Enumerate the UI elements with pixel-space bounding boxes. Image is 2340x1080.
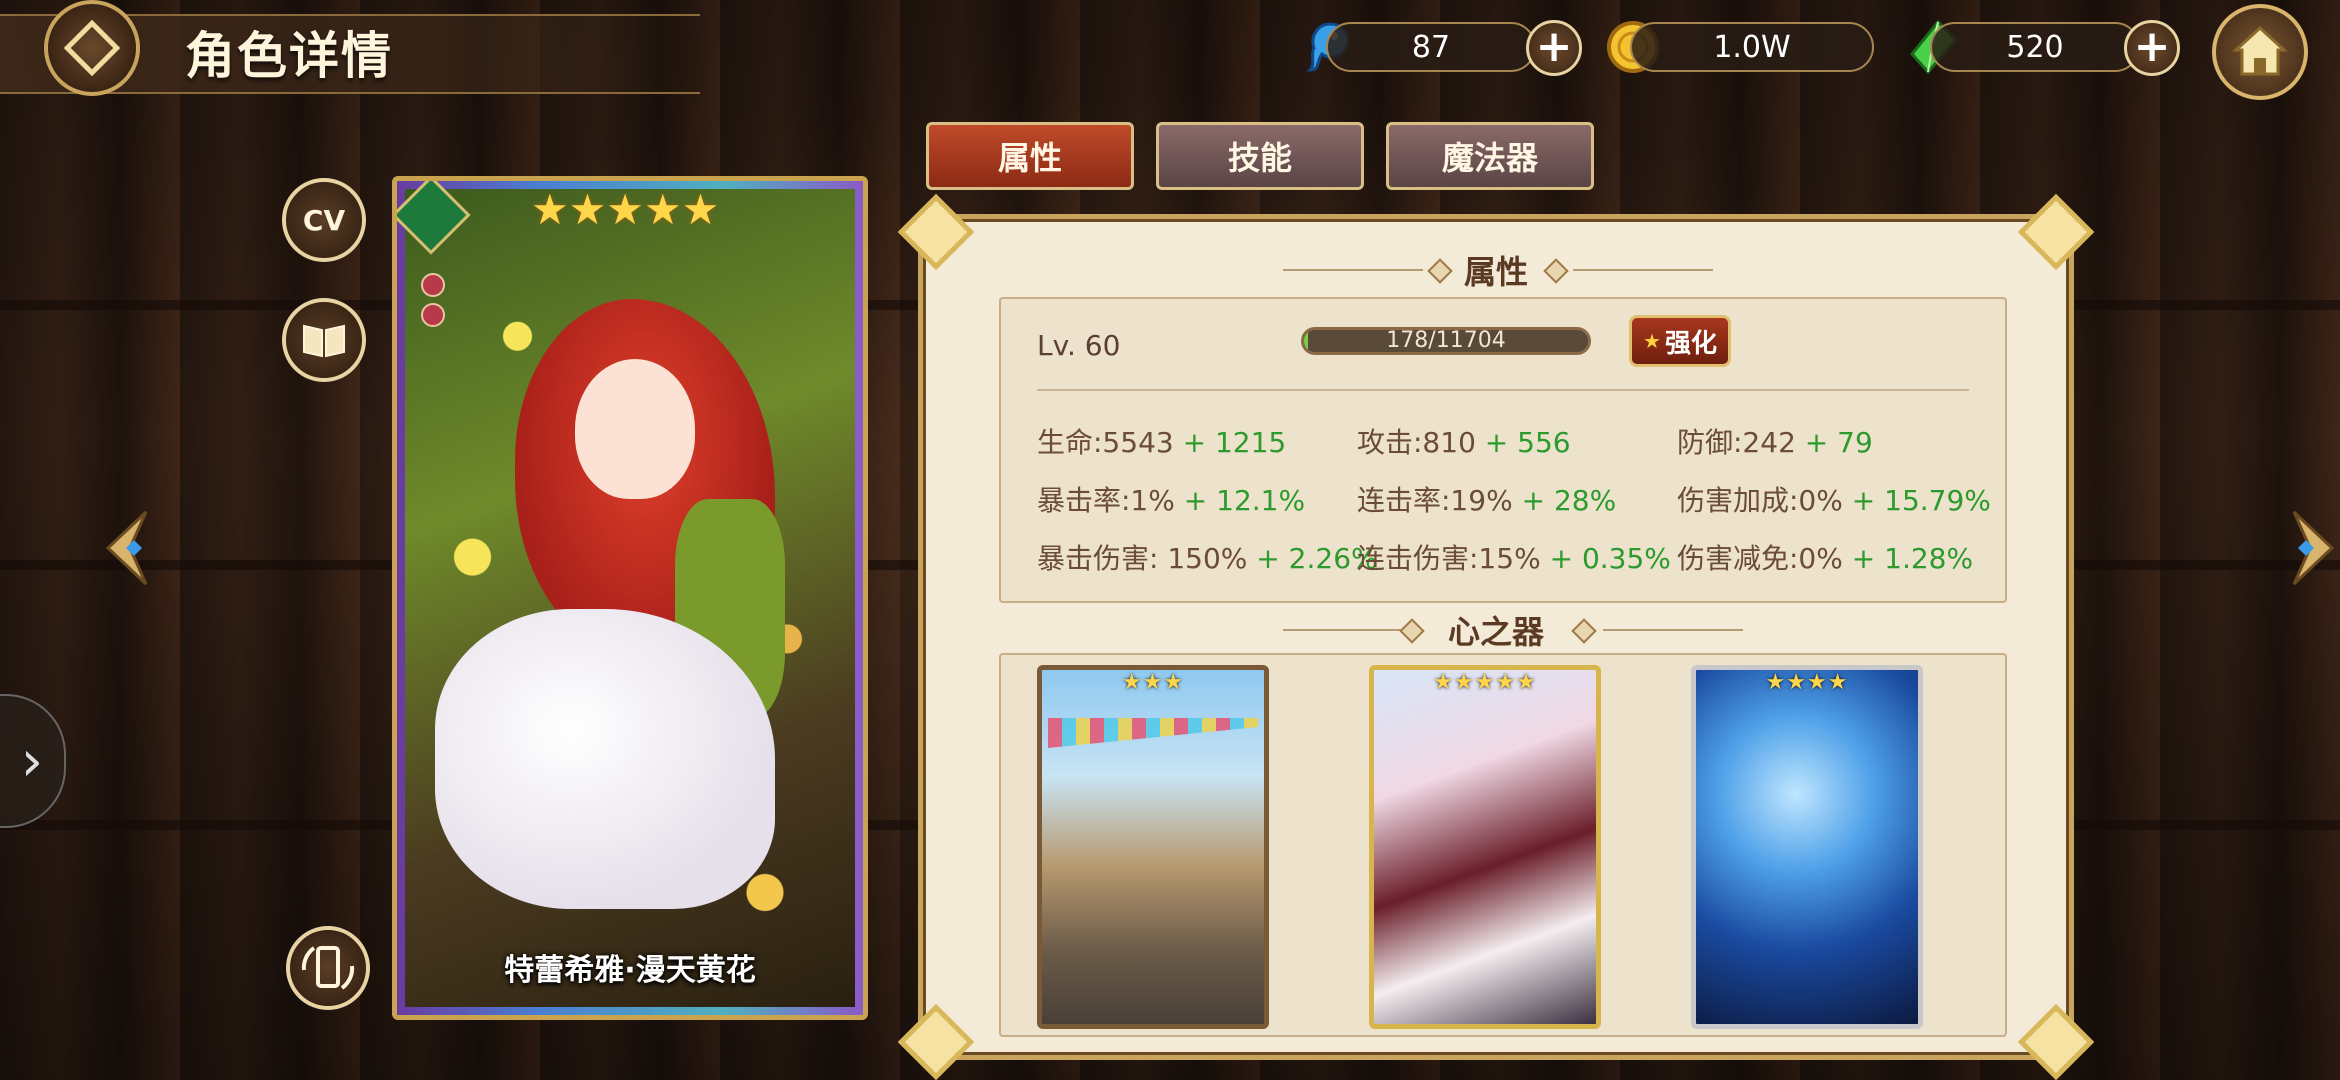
stats-box: Lv. 60 178/11704 ★ 强化 生命:5543 + 1215 攻击:… xyxy=(999,297,2007,603)
rarity-stars: ★★★★★ xyxy=(531,185,719,234)
stat-label: 攻击:810 xyxy=(1357,426,1476,459)
home-button[interactable] xyxy=(2212,4,2308,100)
stat-defense: 防御:242 + 79 xyxy=(1677,421,1873,461)
stat-label: 连击率:19% xyxy=(1357,484,1513,517)
artifact-stars: ★★★★ xyxy=(1765,670,1849,695)
stat-bonus: + 79 xyxy=(1804,426,1873,459)
book-icon xyxy=(303,324,345,358)
page-title: 角色详情 xyxy=(185,27,393,85)
cv-voice-button[interactable]: CV xyxy=(282,178,366,262)
character-artwork xyxy=(405,189,855,1007)
tab-label: 魔法器 xyxy=(1441,139,1538,177)
stat-label: 伤害减免:0% xyxy=(1677,542,1843,575)
stat-bonus: + 28% xyxy=(1521,484,1617,517)
profile-book-button[interactable] xyxy=(282,298,366,382)
stat-combo-damage: 连击伤害:15% + 0.35% xyxy=(1357,537,1671,577)
spirit-counter: 87 xyxy=(1326,22,1536,72)
upgrade-label: 强化 xyxy=(1664,328,1717,359)
stat-damage-reduction: 伤害减免:0% + 1.28% xyxy=(1677,537,1973,577)
stat-bonus: + 556 xyxy=(1484,426,1571,459)
stat-bonus: + 15.79% xyxy=(1851,484,1991,517)
stat-bonus: + 0.35% xyxy=(1549,542,1671,575)
stat-label: 生命:5543 xyxy=(1037,426,1174,459)
back-button[interactable] xyxy=(44,0,140,96)
level-label: Lv. 60 xyxy=(1037,329,1121,362)
crystal-value: 520 xyxy=(2006,29,2064,65)
stat-label: 伤害加成:0% xyxy=(1677,484,1843,517)
heart-artifact-slot-1[interactable]: ★★★ xyxy=(1037,665,1269,1029)
stat-bonus: + 1.28% xyxy=(1851,542,1974,575)
stat-bonus: + 1215 xyxy=(1182,426,1287,459)
artifact-stars: ★★★★★ xyxy=(1433,670,1537,695)
gem-icon xyxy=(421,273,445,297)
stat-label: 暴击伤害: 150% xyxy=(1037,542,1248,575)
upgrade-icon: ★ xyxy=(1643,329,1661,353)
rotate-icon xyxy=(301,946,355,990)
artwork-bunting xyxy=(1048,718,1258,748)
exp-progress-bar: 178/11704 xyxy=(1301,327,1591,355)
gold-value: 1.0W xyxy=(1713,29,1791,65)
cv-label: CV xyxy=(302,203,346,237)
add-spirit-button[interactable]: + xyxy=(1526,20,1582,76)
artwork-dress xyxy=(435,609,775,909)
rotate-view-button[interactable] xyxy=(286,926,370,1010)
next-character-arrow[interactable] xyxy=(2288,508,2340,588)
star-rating: ★★★★★ xyxy=(531,185,720,234)
gold-counter: 1.0W xyxy=(1630,22,1874,72)
tab-label: 技能 xyxy=(1227,139,1292,177)
tab-skills[interactable]: 技能 xyxy=(1156,122,1364,190)
spirit-value: 87 xyxy=(1411,29,1451,65)
prev-character-arrow[interactable] xyxy=(100,508,152,588)
artwork-face xyxy=(575,359,695,499)
upgrade-button[interactable]: ★ 强化 xyxy=(1629,315,1731,367)
stat-crit-rate: 暴击率:1% + 12.1% xyxy=(1037,479,1305,519)
home-icon xyxy=(2232,25,2288,76)
crystal-counter: 520 xyxy=(1930,22,2140,72)
tab-label: 属性 xyxy=(997,139,1062,177)
stat-crit-damage: 暴击伤害: 150% + 2.26% xyxy=(1037,537,1378,577)
exp-text: 178/11704 xyxy=(1386,328,1506,353)
stat-attack: 攻击:810 + 556 xyxy=(1357,421,1571,461)
stat-bonus: + 12.1% xyxy=(1183,484,1306,517)
stat-label: 防御:242 xyxy=(1677,426,1796,459)
stat-hp: 生命:5543 + 1215 xyxy=(1037,421,1286,461)
attributes-title: 属性 xyxy=(1463,253,1528,291)
heart-artifacts-box: ★★★ ★★★★★ ★★★★ xyxy=(999,653,2007,1037)
stat-damage-bonus: 伤害加成:0% + 15.79% xyxy=(1677,479,1991,519)
chevron-right-icon: › xyxy=(20,728,44,794)
stat-label: 暴击率:1% xyxy=(1037,484,1175,517)
heart-artifacts-title: 心之器 xyxy=(1447,613,1544,651)
gem-icon xyxy=(421,303,445,327)
character-name: 特蕾希雅·漫天黄花 xyxy=(504,953,756,988)
stat-label: 连击伤害:15% xyxy=(1357,542,1541,575)
stat-combo-rate: 连击率:19% + 28% xyxy=(1357,479,1616,519)
heart-artifact-slot-3[interactable]: ★★★★ xyxy=(1691,665,1923,1029)
character-card[interactable]: ★★★★★ 特蕾希雅·漫天黄花 xyxy=(392,176,868,1020)
back-icon xyxy=(63,19,121,77)
title-line xyxy=(1603,629,1743,631)
attributes-panel: 属性 Lv. 60 178/11704 ★ 强化 生命:5543 + 1215 … xyxy=(897,193,2095,1080)
add-crystal-button[interactable]: + xyxy=(2124,20,2180,76)
title-line xyxy=(1573,269,1713,271)
artifact-stars: ★★★ xyxy=(1121,670,1185,695)
divider xyxy=(1037,389,1969,391)
tab-attributes[interactable]: 属性 xyxy=(926,122,1134,190)
tab-magic-items[interactable]: 魔法器 xyxy=(1386,122,1594,190)
heart-artifact-slot-2[interactable]: ★★★★★ xyxy=(1369,665,1601,1029)
